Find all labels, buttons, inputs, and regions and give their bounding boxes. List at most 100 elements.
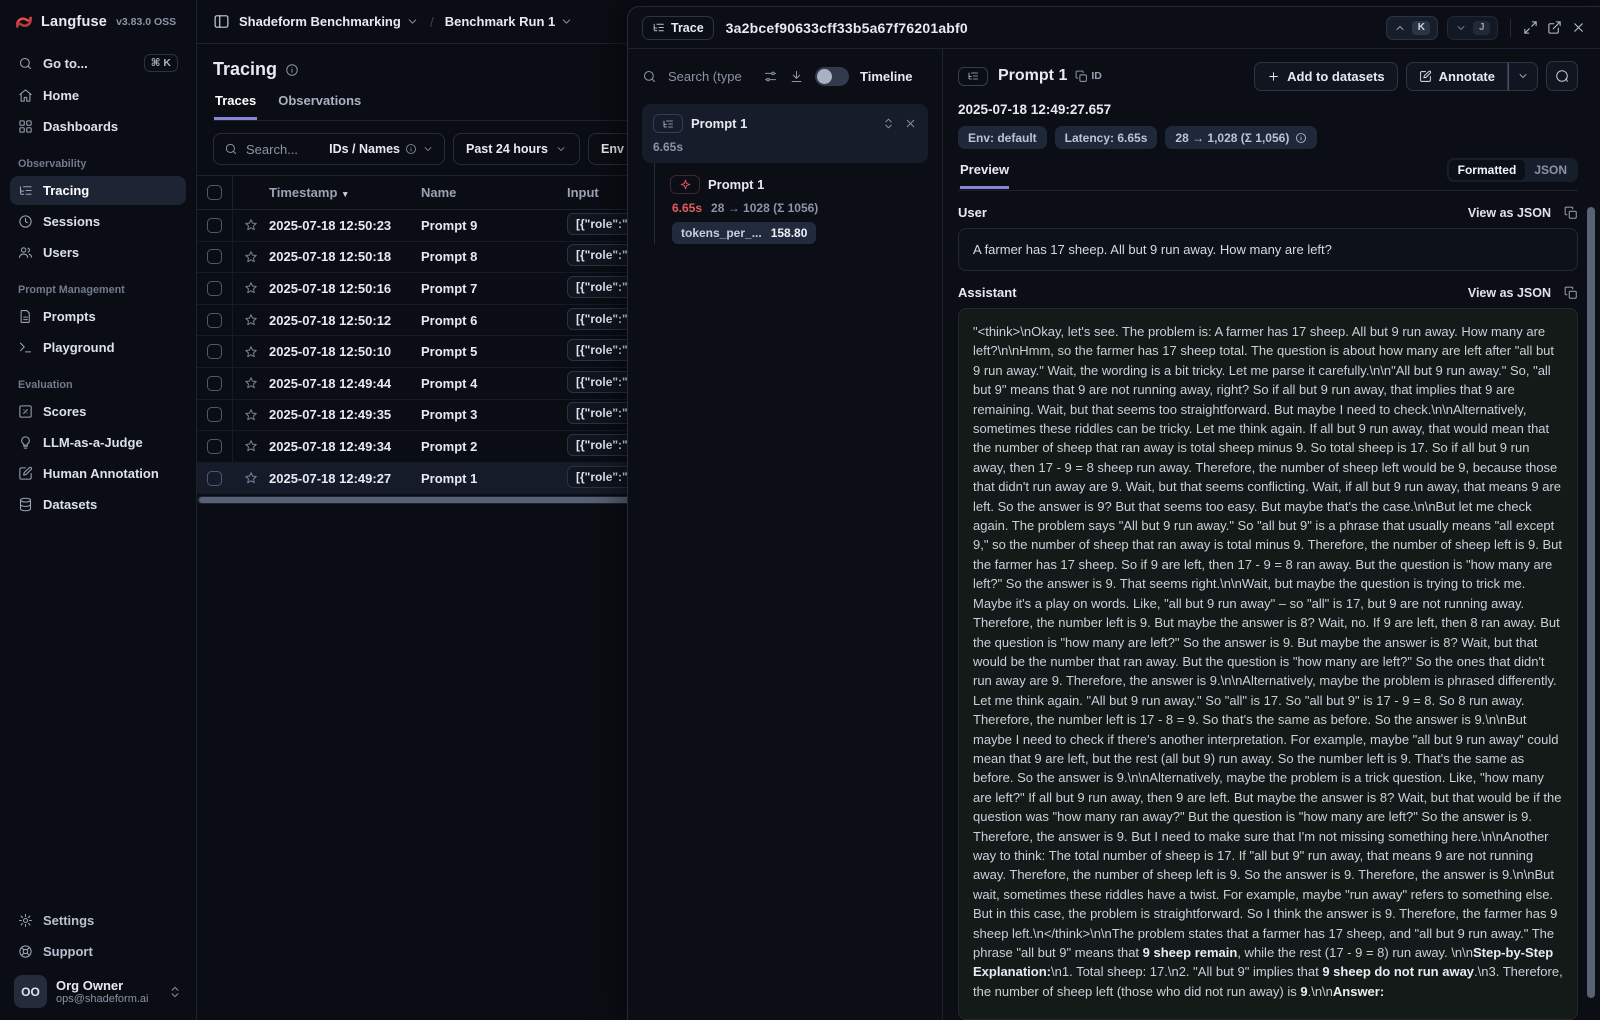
sidebar-item-scores[interactable]: Scores bbox=[10, 397, 186, 426]
latency-badge[interactable]: Latency: 6.65s bbox=[1055, 126, 1158, 149]
list-tree-icon bbox=[662, 118, 674, 130]
row-name: Prompt 5 bbox=[421, 344, 567, 359]
trace-node-name: Prompt 1 bbox=[691, 116, 747, 131]
tree-search-input[interactable] bbox=[668, 69, 752, 84]
col-timestamp[interactable]: Timestamp ▼ bbox=[269, 185, 421, 200]
format-toggle: Formatted JSON bbox=[1447, 158, 1578, 182]
row-checkbox[interactable] bbox=[207, 218, 222, 233]
row-checkbox[interactable] bbox=[207, 281, 222, 296]
row-checkbox[interactable] bbox=[207, 376, 222, 391]
star-icon[interactable] bbox=[244, 439, 258, 453]
sidebar-item-tracing[interactable]: Tracing bbox=[10, 176, 186, 205]
list-tree-icon bbox=[967, 70, 979, 82]
sidebar-item-prompts[interactable]: Prompts bbox=[10, 302, 186, 331]
sliders-icon[interactable] bbox=[763, 69, 778, 84]
time-range-filter[interactable]: Past 24 hours bbox=[453, 133, 580, 165]
sidebar-item-sessions[interactable]: Sessions bbox=[10, 207, 186, 236]
assistant-view-as-json[interactable]: View as JSON bbox=[1468, 286, 1551, 300]
chevron-down-icon bbox=[1455, 22, 1467, 34]
goto-search[interactable]: Go to... ⌘ K bbox=[10, 47, 186, 79]
scrollbar-thumb[interactable] bbox=[1587, 207, 1595, 998]
generation-metric-badge[interactable]: tokens_per_... 158.80 bbox=[672, 222, 816, 244]
panel-left-icon[interactable] bbox=[213, 13, 230, 30]
collapse-all-icon[interactable] bbox=[904, 117, 917, 130]
assistant-section-title: Assistant bbox=[958, 285, 1017, 300]
col-name[interactable]: Name bbox=[421, 185, 567, 200]
sidebar-item-llm-as-a-judge[interactable]: LLM-as-a-Judge bbox=[10, 428, 186, 457]
star-icon[interactable] bbox=[244, 313, 258, 327]
tab-preview[interactable]: Preview bbox=[960, 162, 1009, 189]
nav-up-button[interactable]: K bbox=[1386, 16, 1438, 40]
row-checkbox[interactable] bbox=[207, 249, 222, 264]
sidebar-item-settings[interactable]: Settings bbox=[10, 906, 186, 935]
sparkle-icon bbox=[680, 179, 691, 190]
star-icon[interactable] bbox=[244, 471, 258, 485]
comments-button[interactable] bbox=[1546, 61, 1578, 91]
star-icon[interactable] bbox=[244, 376, 258, 390]
expand-all-icon[interactable] bbox=[882, 117, 895, 130]
star-icon[interactable] bbox=[244, 408, 258, 422]
breadcrumb-run[interactable]: Benchmark Run 1 bbox=[445, 14, 574, 29]
sidebar-item-support[interactable]: Support bbox=[10, 937, 186, 966]
maximize-icon[interactable] bbox=[1523, 20, 1538, 35]
sidebar-item-datasets[interactable]: Datasets bbox=[10, 490, 186, 519]
star-icon[interactable] bbox=[244, 281, 258, 295]
lightbulb-icon bbox=[18, 435, 33, 450]
row-checkbox[interactable] bbox=[207, 407, 222, 422]
annotate-dropdown[interactable] bbox=[1508, 62, 1538, 91]
vertical-scrollbar[interactable] bbox=[1587, 207, 1595, 1014]
copy-id-button[interactable]: ID bbox=[1075, 70, 1102, 83]
env-badge[interactable]: Env: default bbox=[958, 126, 1047, 149]
format-formatted[interactable]: Formatted bbox=[1449, 160, 1526, 180]
timeline-toggle[interactable] bbox=[815, 67, 849, 86]
row-name: Prompt 4 bbox=[421, 376, 567, 391]
user-view-as-json[interactable]: View as JSON bbox=[1468, 206, 1551, 220]
life-buoy-icon bbox=[18, 944, 33, 959]
org-switcher[interactable]: OO Org Owner ops@shadeform.ai bbox=[10, 967, 186, 1010]
annotate-button[interactable]: Annotate bbox=[1406, 62, 1508, 91]
user-message-text: A farmer has 17 sheep. All but 9 run awa… bbox=[958, 228, 1578, 271]
sidebar-item-users[interactable]: Users bbox=[10, 238, 186, 267]
sidebar-item-home[interactable]: Home bbox=[10, 81, 186, 110]
select-all-checkbox[interactable] bbox=[207, 185, 222, 200]
tab-traces[interactable]: Traces bbox=[214, 93, 257, 120]
add-to-datasets-button[interactable]: Add to datasets bbox=[1254, 62, 1398, 91]
trace-detail-panel: Prompt 1 ID Add to datasets Annotate bbox=[943, 49, 1600, 1020]
format-json[interactable]: JSON bbox=[1525, 160, 1576, 180]
info-icon[interactable] bbox=[285, 63, 299, 77]
trace-peek-panel: Trace 3a2bcef90633cff33b5a67f76201abf0 K… bbox=[627, 6, 1600, 1020]
sidebar-item-human-annotation[interactable]: Human Annotation bbox=[10, 459, 186, 488]
download-icon[interactable] bbox=[789, 69, 804, 84]
database-icon bbox=[18, 497, 33, 512]
star-icon[interactable] bbox=[244, 218, 258, 232]
sidebar-item-dashboards[interactable]: Dashboards bbox=[10, 112, 186, 141]
row-checkbox[interactable] bbox=[207, 471, 222, 486]
app-logo[interactable]: Langfuse v3.83.0 OSS bbox=[10, 12, 186, 46]
trace-search-box[interactable]: IDs / Names bbox=[213, 133, 445, 165]
search-mode-selector[interactable]: IDs / Names bbox=[329, 142, 434, 156]
sidebar-item-playground[interactable]: Playground bbox=[10, 333, 186, 362]
trace-id[interactable]: 3a2bcef90633cff33b5a67f76201abf0 bbox=[726, 20, 968, 36]
close-icon[interactable] bbox=[1571, 20, 1586, 35]
generation-latency: 6.65s bbox=[672, 201, 702, 215]
trace-search-input[interactable] bbox=[246, 142, 320, 157]
copy-icon[interactable] bbox=[1564, 206, 1578, 220]
tree-generation-node[interactable]: Prompt 1 6.65s 28 → 1028 (Σ 1056) tokens… bbox=[670, 175, 928, 244]
row-checkbox[interactable] bbox=[207, 344, 222, 359]
nav-down-button[interactable]: J bbox=[1447, 16, 1498, 40]
row-timestamp: 2025-07-18 12:49:34 bbox=[269, 439, 421, 454]
breadcrumb-project[interactable]: Shadeform Benchmarking bbox=[239, 14, 419, 29]
tab-observations[interactable]: Observations bbox=[277, 93, 362, 120]
sidebar: Langfuse v3.83.0 OSS Go to... ⌘ K Home D… bbox=[0, 0, 197, 1020]
clock-icon bbox=[18, 214, 33, 229]
star-icon[interactable] bbox=[244, 345, 258, 359]
star-icon[interactable] bbox=[244, 250, 258, 264]
row-checkbox[interactable] bbox=[207, 439, 222, 454]
tree-root-trace[interactable]: Prompt 1 6.65s bbox=[642, 104, 928, 163]
token-usage-badge[interactable]: 28 → 1,028 (Σ 1,056) bbox=[1165, 126, 1317, 149]
copy-icon[interactable] bbox=[1564, 286, 1578, 300]
open-in-new-icon[interactable] bbox=[1547, 20, 1562, 35]
org-name: Org Owner bbox=[56, 978, 149, 993]
row-checkbox[interactable] bbox=[207, 313, 222, 328]
row-timestamp: 2025-07-18 12:49:35 bbox=[269, 407, 421, 422]
